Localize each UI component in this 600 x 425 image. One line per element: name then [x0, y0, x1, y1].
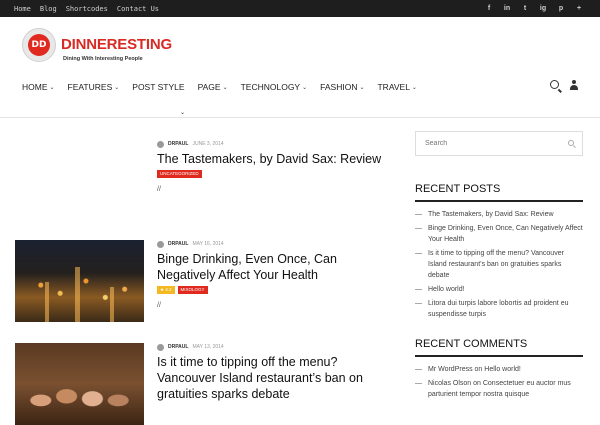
nav-item-features[interactable]: FEATURES ⌄: [68, 82, 120, 92]
site-name: DINNERESTING: [61, 36, 172, 53]
top-link-shortcodes[interactable]: Shortcodes: [66, 5, 108, 13]
search-input[interactable]: [416, 132, 556, 155]
facebook-icon[interactable]: f: [480, 5, 498, 12]
recent-post-link[interactable]: The Tastemakers, by David Sax: Review: [415, 209, 583, 220]
avatar: [157, 240, 164, 248]
top-bar: Home Blog Shortcodes Contact Us f in t i…: [0, 0, 600, 17]
nav-label: TRAVEL: [377, 82, 410, 92]
post-author[interactable]: DRPAUL: [168, 141, 188, 147]
recent-comment[interactable]: Nicolas Olson on Consectetuer eu auctor …: [415, 378, 583, 400]
nav-label: FEATURES: [67, 82, 113, 92]
thumbnail-detail: [45, 282, 49, 322]
nav-label: FASHION: [320, 82, 358, 92]
sidebar: RECENT POSTS The Tastemakers, by David S…: [415, 131, 585, 398]
nav-label: PAGE: [197, 82, 221, 92]
recent-post-link[interactable]: Is it time to tipping off the menu? Vanc…: [415, 248, 583, 281]
nav-item-travel[interactable]: TRAVEL ⌄: [377, 82, 416, 92]
top-links: Home Blog Shortcodes Contact Us: [14, 0, 168, 17]
sidebar-search: [415, 131, 583, 156]
chevron-down-icon: ⌄: [411, 84, 417, 91]
recent-comment[interactable]: Mr WordPress on Hello world!: [415, 364, 583, 375]
user-icon[interactable]: [569, 80, 579, 90]
post-tags: ★ 4.2 MIXOLOGY: [157, 286, 397, 294]
search-icon[interactable]: [568, 140, 574, 146]
post-meta: DRPAUL MAY 13, 2014: [157, 343, 397, 351]
logo-mark-letters: DD: [28, 34, 50, 56]
post-thumbnail[interactable]: [15, 240, 144, 322]
logo-mark: DD: [22, 28, 56, 62]
post-author[interactable]: DRPAUL: [168, 241, 188, 247]
category-tag[interactable]: UNCATEGORIZED: [157, 170, 202, 178]
post-title[interactable]: The Tastemakers, by David Sax: Review: [157, 151, 397, 167]
widget-title: RECENT POSTS: [415, 183, 583, 202]
search-icon[interactable]: [550, 80, 559, 89]
post-excerpt: //: [157, 302, 161, 309]
post-meta: DRPAUL MAY 16, 2014: [157, 240, 397, 248]
widget-title: RECENT COMMENTS: [415, 338, 583, 357]
avatar: [157, 343, 164, 351]
nav-icons: [550, 80, 579, 90]
top-link-home[interactable]: Home: [14, 5, 31, 13]
nav-item-page[interactable]: PAGE ⌄: [198, 82, 228, 92]
chevron-down-icon: ⌄: [302, 84, 308, 91]
post-date: MAY 16, 2014: [192, 241, 224, 247]
nav-label: HOME: [22, 82, 48, 92]
post-body: DRPAUL MAY 13, 2014 Is it time to tippin…: [157, 343, 397, 402]
top-link-contact[interactable]: Contact Us: [117, 5, 159, 13]
chevron-down-icon: ⌄: [49, 84, 55, 91]
social-icons: f in t ig p +: [480, 0, 588, 17]
post-date: MAY 13, 2014: [192, 344, 224, 350]
recent-posts-widget: RECENT POSTS The Tastemakers, by David S…: [415, 183, 583, 323]
recent-posts-list: The Tastemakers, by David Sax: Review Bi…: [415, 209, 583, 320]
recent-post-link[interactable]: Litora dui turpis labore lobortis ad pro…: [415, 298, 583, 320]
chevron-down-icon: ⌄: [114, 84, 120, 91]
recent-comments-widget: RECENT COMMENTS Mr WordPress on Hello wo…: [415, 338, 583, 403]
site-tagline: Dining With Interesting People: [63, 56, 143, 62]
nav-label: TECHNOLOGY: [240, 82, 301, 92]
chevron-down-icon: ⌄: [359, 84, 365, 91]
post-body: DRPAUL MAY 16, 2014 Binge Drinking, Even…: [157, 240, 397, 309]
post-tags: UNCATEGORIZED: [157, 170, 397, 178]
post-thumbnail[interactable]: [15, 343, 144, 425]
chevron-down-icon[interactable]: ⌄: [180, 109, 185, 116]
post-author[interactable]: DRPAUL: [168, 344, 188, 350]
chevron-down-icon: ⌄: [222, 84, 228, 91]
nav-item-technology[interactable]: TECHNOLOGY ⌄: [241, 82, 308, 92]
nav-label: POST STYLE: [132, 82, 185, 92]
category-tag[interactable]: MIXOLOGY: [177, 286, 208, 294]
thumbnail-detail: [110, 287, 114, 322]
google-plus-icon[interactable]: +: [570, 5, 588, 12]
thumbnail-detail: [75, 267, 80, 322]
post-title[interactable]: Binge Drinking, Even Once, Can Negativel…: [157, 251, 397, 283]
post-body: DRPAUL JUNE 3, 2014 The Tastemakers, by …: [157, 140, 397, 193]
twitter-icon[interactable]: t: [516, 5, 534, 12]
recent-post-link[interactable]: Binge Drinking, Even Once, Can Negativel…: [415, 223, 583, 245]
nav-item-post-style[interactable]: POST STYLE: [132, 82, 184, 92]
site-logo[interactable]: DD DINNERESTING Dining With Interesting …: [22, 28, 172, 68]
recent-post-link[interactable]: Hello world!: [415, 284, 583, 295]
post-meta: DRPAUL JUNE 3, 2014: [157, 140, 397, 148]
instagram-icon[interactable]: ig: [534, 5, 552, 12]
post-title[interactable]: Is it time to tipping off the menu? Vanc…: [157, 354, 397, 402]
linkedin-icon[interactable]: in: [498, 5, 516, 12]
nav-item-home[interactable]: HOME ⌄: [22, 82, 55, 92]
post-excerpt: //: [157, 186, 161, 193]
nav-item-fashion[interactable]: FASHION ⌄: [320, 82, 364, 92]
recent-comments-list: Mr WordPress on Hello world! Nicolas Ols…: [415, 364, 583, 400]
avatar: [157, 140, 164, 148]
header-divider: [0, 117, 600, 118]
main-nav: HOME ⌄ FEATURES ⌄ POST STYLE PAGE ⌄ TECHNOL…: [22, 80, 430, 94]
rating-badge: ★ 4.2: [157, 286, 175, 294]
top-link-blog[interactable]: Blog: [40, 5, 57, 13]
pinterest-icon[interactable]: p: [552, 5, 570, 12]
post-date: JUNE 3, 2014: [192, 141, 224, 147]
